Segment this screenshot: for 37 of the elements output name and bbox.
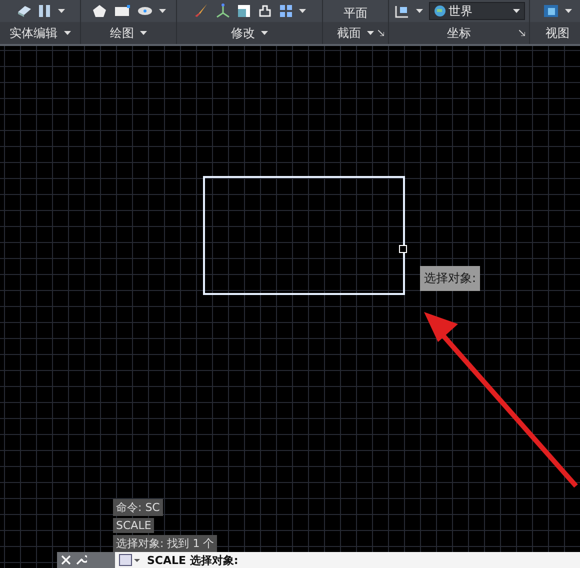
rectangle-shape[interactable] (202, 175, 407, 296)
launcher-icon[interactable] (378, 30, 384, 36)
caret-icon[interactable] (140, 31, 147, 35)
caret-icon (416, 9, 422, 13)
caret-icon (512, 9, 520, 13)
brush-icon[interactable] (193, 3, 209, 19)
ucs-icon[interactable] (394, 4, 410, 18)
panel-title[interactable]: 坐标 (447, 24, 471, 42)
ellipse-icon[interactable] (136, 5, 152, 17)
rectangle-icon[interactable] (112, 4, 130, 18)
caret-icon[interactable] (367, 31, 374, 35)
command-input[interactable]: SCALE 选择对象: (141, 552, 580, 568)
box-icon[interactable] (16, 4, 32, 18)
caret-icon[interactable] (64, 31, 70, 35)
caret-icon[interactable] (261, 31, 268, 35)
drawing-canvas[interactable]: 选择对象: 命令: SC SCALE 选择对象: 找到 1 个 SCALE 选择对象: (0, 46, 580, 568)
launcher-icon[interactable] (519, 30, 525, 36)
square-icon[interactable] (237, 4, 251, 18)
caret-icon (58, 9, 64, 13)
grip-handle[interactable] (399, 245, 407, 253)
plane-button[interactable]: 平面 (342, 4, 370, 22)
tooltip: 选择对象: (420, 266, 480, 291)
cube-icon[interactable] (543, 3, 559, 19)
close-icon[interactable] (61, 555, 71, 565)
columns-icon[interactable] (38, 3, 52, 19)
pentagon-icon[interactable] (92, 4, 106, 18)
caret-icon (158, 9, 166, 13)
prompt-icon[interactable] (115, 552, 141, 568)
grid-icon[interactable] (279, 4, 293, 18)
panel-title[interactable]: 修改 (231, 24, 255, 42)
stretch-icon[interactable] (257, 4, 273, 18)
caret-icon (565, 9, 572, 13)
axes-icon[interactable] (215, 3, 231, 19)
globe-icon (434, 5, 446, 17)
caret-icon (299, 9, 306, 13)
ucs-dropdown[interactable]: 世界 (428, 2, 524, 20)
panel-title[interactable]: 绘图 (110, 24, 134, 42)
